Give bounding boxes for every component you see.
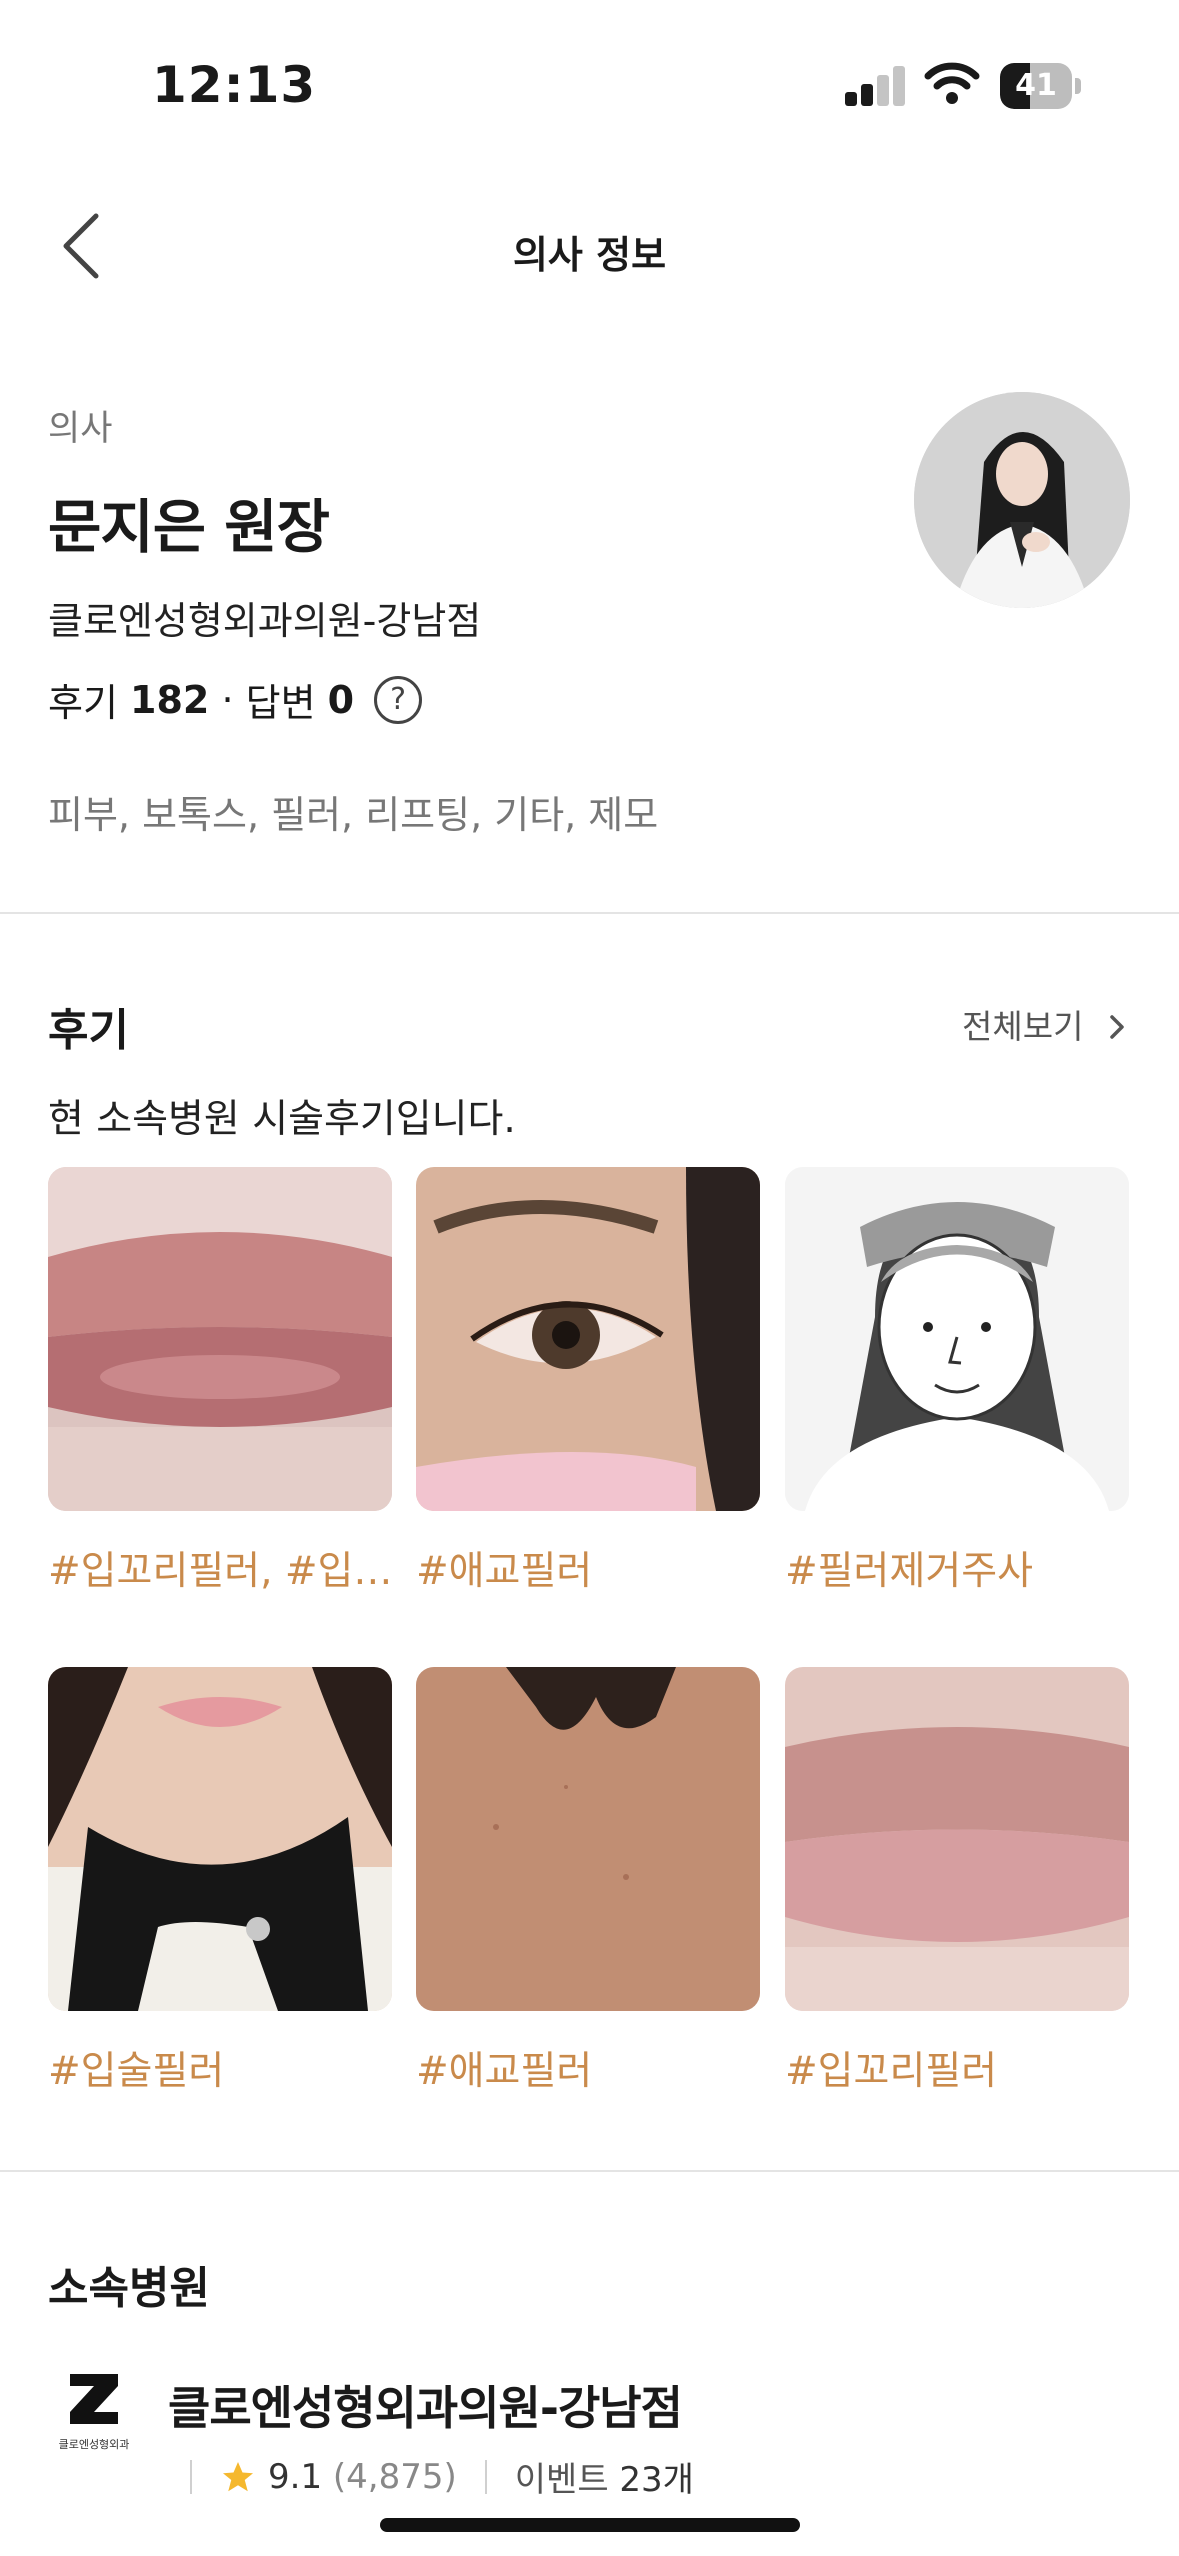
hospital-name[interactable]: 클로엔성형외과의원-강남점 [168, 2372, 683, 2438]
review-thumbnail-eye[interactable] [416, 1167, 760, 1511]
review-tag[interactable]: #애교필러 [416, 1540, 760, 1596]
doctor-avatar [914, 392, 1130, 608]
review-thumbnail-lips-closeup[interactable] [785, 1667, 1129, 2011]
hospital-section-title: 소속병원 [48, 2263, 210, 2314]
battery-icon: 41 [1000, 63, 1082, 109]
reviews-count: 182 [130, 677, 210, 722]
doctor-name: 문지은 원장 [48, 493, 330, 561]
hospital-meta: 9.1 (4,875) 이벤트 23개 [190, 2452, 694, 2501]
hospital-rating-count: (4,875) [332, 2456, 457, 2497]
wifi-icon [924, 62, 980, 104]
section-divider [0, 912, 1179, 914]
star-icon [223, 2461, 253, 2491]
meta-separator [484, 2459, 487, 2494]
review-tag[interactable]: #입꼬리필러, #입… [48, 1540, 392, 1596]
review-tag[interactable]: #입술필러 [48, 2040, 392, 2096]
reviews-subtitle: 현 소속병원 시술후기입니다. [48, 1097, 516, 1142]
review-thumbnail-skin[interactable] [416, 1667, 760, 2011]
hospital-events-label: 이벤트 [514, 2460, 609, 2500]
battery-percent: 41 [1015, 68, 1057, 103]
review-thumbnail-default-illustration[interactable] [785, 1167, 1129, 1511]
page-title: 의사 정보 [512, 233, 667, 277]
review-thumbnail-lips-scarf[interactable] [48, 1667, 392, 2011]
section-divider [0, 2170, 1179, 2172]
help-icon[interactable]: ? [374, 675, 423, 724]
status-time: 12:13 [152, 56, 317, 114]
view-all-label: 전체보기 [962, 1007, 1084, 1046]
review-tag[interactable]: #입꼬리필러 [785, 2040, 1129, 2096]
hospital-logo[interactable]: 클로엔성형외과 [48, 2368, 140, 2460]
chevron-right-icon [1110, 1015, 1124, 1039]
cellular-signal-icon [845, 64, 905, 106]
hospital-logo-text: 클로엔성형외과 [59, 2438, 130, 2451]
doctor-clinic[interactable]: 클로엔성형외과의원-강남점 [48, 590, 481, 645]
home-indicator[interactable] [380, 2518, 800, 2532]
hospital-events-count: 23개 [619, 2460, 694, 2500]
hospital-rating: 9.1 [268, 2456, 323, 2497]
doctor-stats: 후기 182 · 답변 0 ? [48, 672, 423, 727]
review-thumbnail-lips[interactable] [48, 1167, 392, 1511]
doctor-specialties: 피부, 보톡스, 필러, 리프팅, 기타, 제모 [48, 793, 659, 837]
answers-label: 답변 [245, 681, 316, 725]
stats-separator: · [221, 677, 234, 722]
reviews-label: 후기 [48, 681, 118, 725]
meta-separator [190, 2459, 192, 2494]
review-tag[interactable]: #필러제거주사 [785, 1540, 1129, 1596]
review-tag[interactable]: #애교필러 [416, 2040, 760, 2096]
reviews-section-title: 후기 [48, 1005, 129, 1056]
answers-count: 0 [327, 677, 355, 722]
doctor-role: 의사 [48, 409, 113, 449]
view-all-link[interactable]: 전체보기 [962, 1000, 1128, 1048]
